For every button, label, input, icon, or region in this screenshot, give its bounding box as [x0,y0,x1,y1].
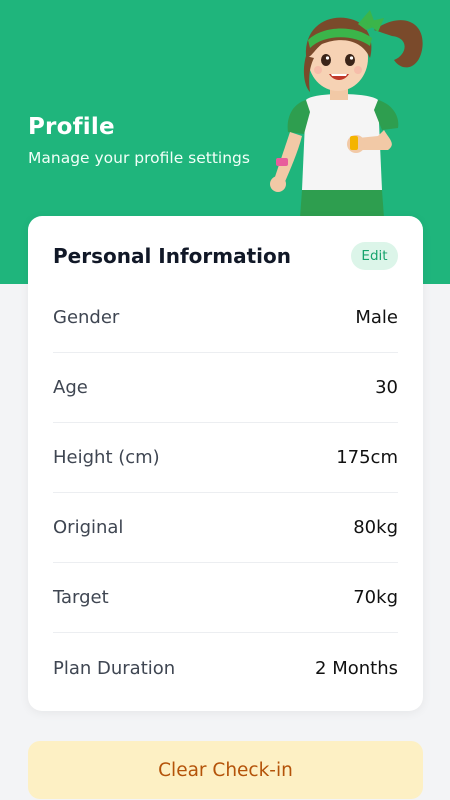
info-row-original: Original 80kg [53,493,398,563]
info-row-height: Height (cm) 175cm [53,423,398,493]
running-girl-illustration [270,10,423,218]
card-title: Personal Information [53,244,291,268]
row-label: Gender [53,307,120,328]
row-label: Age [53,377,88,398]
info-row-gender: Gender Male [53,283,398,353]
page-title: Profile [28,114,115,140]
info-row-target: Target 70kg [53,563,398,633]
info-row-plan-duration: Plan Duration 2 Months [53,633,398,703]
row-label: Original [53,517,124,538]
row-value: 80kg [353,517,398,538]
row-value: 175cm [336,447,398,468]
row-value: Male [355,307,398,328]
row-label: Plan Duration [53,657,176,679]
header-text: Profile Manage your profile settings [28,114,250,167]
info-row-age: Age 30 [53,353,398,423]
row-label: Height (cm) [53,447,160,468]
row-value: 30 [375,377,398,398]
info-rows: Gender Male Age 30 Height (cm) 175cm Ori… [53,283,398,703]
row-value: 2 Months [315,657,398,679]
row-label: Target [53,587,109,608]
edit-button[interactable]: Edit [351,242,398,270]
personal-info-card: Personal Information Edit Gender Male Ag… [28,216,423,711]
page-subtitle: Manage your profile settings [28,149,250,167]
row-value: 70kg [353,587,398,608]
clear-check-in-button[interactable]: Clear Check-in [28,741,423,799]
